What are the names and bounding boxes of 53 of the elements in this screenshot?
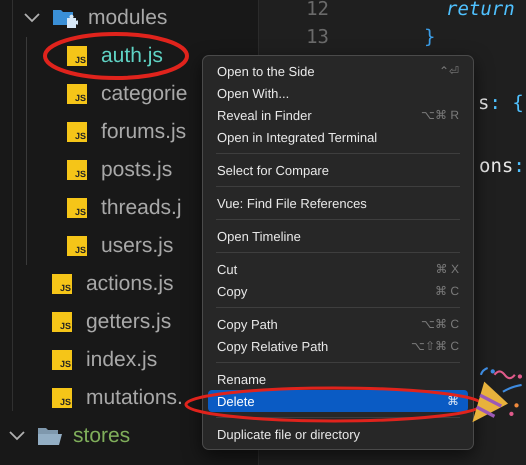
keyboard-shortcut: ⌘ (447, 394, 459, 408)
menu-item[interactable]: Delete ⌘ (208, 390, 468, 412)
menu-item[interactable]: Copy Relative Path ⌥⇧⌘ C (208, 335, 468, 357)
js-file-badge: JS (52, 388, 72, 408)
folder-name[interactable]: modules (88, 6, 168, 30)
file-name[interactable]: categorie (101, 82, 188, 106)
menu-item[interactable]: Open to the Side ⌃⏎ (208, 60, 468, 82)
file-name[interactable]: mutations. (86, 386, 183, 410)
keyboard-shortcut: ⌃⏎ (439, 64, 459, 78)
file-name[interactable]: posts.js (101, 158, 172, 182)
keyboard-shortcut: ⌘ X (436, 262, 459, 276)
chevron-down-icon[interactable] (23, 12, 41, 24)
file-name[interactable]: index.js (86, 348, 158, 372)
menu-item[interactable]: Select for Compare (208, 159, 468, 181)
open-folder-icon (37, 425, 63, 447)
code-line: ons: (479, 154, 525, 176)
chevron-down-icon[interactable] (8, 430, 26, 442)
file-name[interactable]: actions.js (86, 272, 174, 296)
menu-item[interactable]: Copy ⌘ C (208, 280, 468, 302)
menu-item[interactable]: Open in Integrated Terminal (208, 126, 468, 148)
js-file-badge: JS (52, 312, 72, 332)
file-name[interactable]: threads.j (101, 196, 182, 220)
folder-name[interactable]: stores (73, 424, 130, 448)
keyboard-shortcut: ⌘ C (435, 284, 459, 298)
code-line: } (424, 26, 436, 48)
menu-item[interactable]: Open Timeline (208, 225, 468, 247)
js-file-badge: JS (67, 122, 87, 142)
file-name[interactable]: forums.js (101, 120, 186, 144)
code-line: s: { (478, 92, 524, 114)
keyboard-shortcut: ⌥⇧⌘ C (411, 339, 459, 353)
menu-item[interactable]: Rename (208, 368, 468, 390)
keyboard-shortcut: ⌥⌘ C (421, 317, 459, 331)
js-file-badge: JS (67, 198, 87, 218)
js-file-badge: JS (67, 46, 87, 66)
js-file-badge: JS (52, 350, 72, 370)
js-file-badge: JS (67, 160, 87, 180)
menu-item[interactable]: Open With... (208, 82, 468, 104)
menu-item[interactable]: Vue: Find File References (208, 192, 468, 214)
menu-item[interactable]: Copy Path ⌥⌘ C (208, 313, 468, 335)
folder-puzzle-icon (52, 7, 78, 29)
file-name[interactable]: auth.js (101, 44, 163, 68)
menu-item[interactable]: Reveal in Finder ⌥⌘ R (208, 104, 468, 126)
code-line: return (446, 0, 515, 20)
js-file-badge: JS (67, 84, 87, 104)
line-number: 12 (306, 0, 329, 20)
js-file-badge: JS (67, 236, 87, 256)
js-file-badge: JS (52, 274, 72, 294)
keyboard-shortcut: ⌥⌘ R (421, 108, 459, 122)
menu-item[interactable]: Cut ⌘ X (208, 258, 468, 280)
file-name[interactable]: users.js (101, 234, 174, 258)
file-name[interactable]: getters.js (86, 310, 172, 334)
menu-item[interactable]: Duplicate file or directory (208, 423, 468, 445)
line-number: 13 (306, 26, 329, 48)
